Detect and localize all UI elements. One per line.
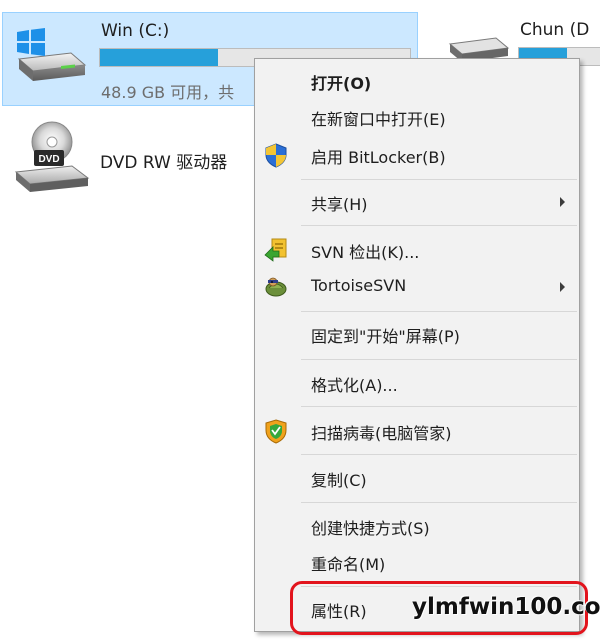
menu-item-label: 格式化(A)... [311,376,398,395]
menu-separator [301,502,577,503]
menu-item-format[interactable]: 格式化(A)... [257,366,577,400]
menu-separator [301,406,577,407]
menu-item-label: 创建快捷方式(S) [311,519,430,538]
drive-tile-dvd[interactable]: DVD DVD RW 驱动器 [8,118,268,200]
uac-shield-icon [263,142,289,168]
menu-item-label: 重命名(M) [311,555,386,574]
context-menu: 打开(O) 在新窗口中打开(E) 启用 BitLocker(B) 共享(H) S… [254,58,580,632]
menu-item-open-new-window[interactable]: 在新窗口中打开(E) [257,100,577,134]
menu-item-label: 打开(O) [311,74,372,93]
dvd-drive-icon: DVD [12,120,92,200]
submenu-arrow-icon [560,282,565,292]
menu-separator [301,179,577,180]
drive-name: Win (C:) [101,21,170,41]
menu-item-label: TortoiseSVN [311,276,407,295]
pc-manager-shield-icon [263,418,289,444]
watermark: ylmfwin100.com [412,594,600,620]
submenu-arrow-icon [560,197,565,207]
menu-item-create-shortcut[interactable]: 创建快捷方式(S) [257,509,577,543]
menu-item-label: 在新窗口中打开(E) [311,110,446,129]
menu-separator [301,225,577,226]
dvd-badge-text: DVD [38,154,59,165]
menu-item-label: 复制(C) [311,471,367,490]
menu-separator [301,311,577,312]
menu-item-pin-start[interactable]: 固定到"开始"屏幕(P) [257,317,577,351]
drive-name: DVD RW 驱动器 [100,153,228,173]
menu-item-label: 扫描病毒(电脑管家) [311,424,452,443]
menu-item-rename[interactable]: 重命名(M) [257,545,577,579]
menu-item-scan-virus[interactable]: 扫描病毒(电脑管家) [257,414,577,448]
windows-drive-icon [13,27,87,91]
tortoise-icon [263,274,289,300]
menu-item-bitlocker[interactable]: 启用 BitLocker(B) [257,138,577,172]
menu-item-label: 固定到"开始"屏幕(P) [311,327,460,346]
menu-item-tortoisesvn[interactable]: TortoiseSVN [257,270,577,304]
drive-free-space: 48.9 GB 可用，共 [101,83,235,102]
menu-item-svn-checkout[interactable]: SVN 检出(K)... [257,233,577,267]
svn-checkout-icon [263,237,289,263]
menu-item-label: SVN 检出(K)... [311,243,420,262]
menu-item-label: 启用 BitLocker(B) [311,148,446,167]
menu-separator [301,454,577,455]
drive-usage-fill [100,49,218,66]
drive-name: Chun (D [520,20,590,40]
menu-item-label: 共享(H) [311,195,368,214]
menu-item-open[interactable]: 打开(O) [257,64,577,98]
menu-item-share[interactable]: 共享(H) [257,185,577,219]
menu-separator [301,359,577,360]
menu-item-copy[interactable]: 复制(C) [257,461,577,495]
